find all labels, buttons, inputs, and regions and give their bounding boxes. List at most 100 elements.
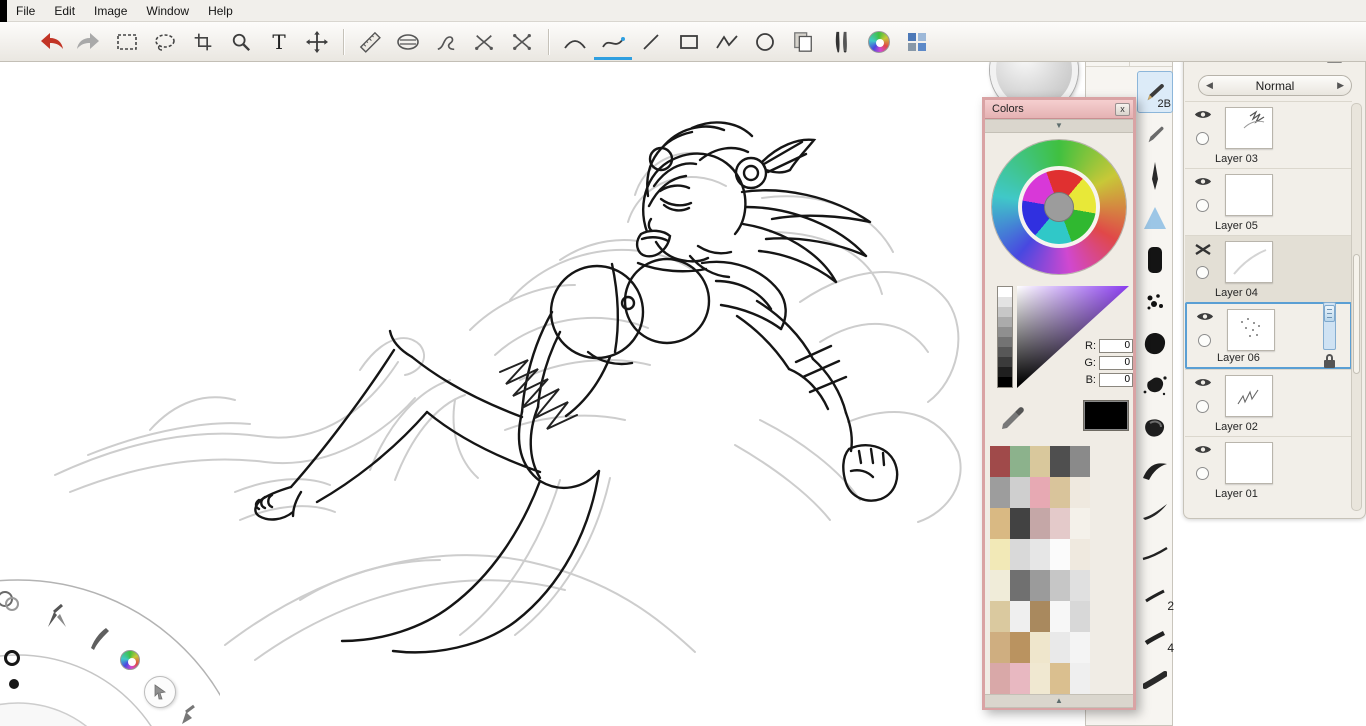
- blend-mode-selector[interactable]: ◀ Normal ▶: [1198, 75, 1352, 96]
- color-swatch[interactable]: [1090, 477, 1110, 508]
- brush-extra[interactable]: [1137, 659, 1173, 701]
- opacity-slider-knob[interactable]: [1324, 305, 1335, 322]
- color-swatch[interactable]: [1070, 446, 1090, 477]
- line-tool-button[interactable]: [632, 25, 670, 59]
- color-swatch[interactable]: [1070, 601, 1090, 632]
- color-swatch[interactable]: [1050, 570, 1070, 601]
- color-swatch[interactable]: [1030, 570, 1050, 601]
- color-swatch[interactable]: [1110, 601, 1130, 632]
- brush-size-2[interactable]: 2: [1137, 575, 1174, 617]
- color-swatch[interactable]: [1110, 632, 1130, 663]
- brush-pencil-2b[interactable]: 2B: [1137, 71, 1173, 113]
- color-swatch[interactable]: [1110, 570, 1130, 601]
- pen-puck-icon[interactable]: [178, 704, 202, 726]
- color-swatch[interactable]: [990, 477, 1010, 508]
- close-icon[interactable]: x: [1115, 102, 1130, 116]
- ruler-button[interactable]: [351, 25, 389, 59]
- r-input[interactable]: [1099, 338, 1133, 353]
- brush-spatter-dots[interactable]: [1137, 281, 1173, 323]
- color-wheel-button[interactable]: [860, 25, 898, 59]
- color-swatch[interactable]: [1090, 570, 1110, 601]
- lasso-select-button[interactable]: [146, 25, 184, 59]
- color-swatch[interactable]: [1110, 477, 1130, 508]
- color-swatch[interactable]: [1110, 663, 1130, 694]
- color-wheel-hub[interactable]: [1044, 192, 1074, 222]
- color-swatch[interactable]: [1010, 446, 1030, 477]
- layer-row-layer-02[interactable]: Layer 02: [1185, 369, 1352, 436]
- layer-row-layer-06[interactable]: Layer 06: [1185, 302, 1352, 369]
- color-wheel[interactable]: [992, 140, 1126, 274]
- brush-pencil-puck-icon[interactable]: [42, 602, 72, 632]
- layer-select-radio[interactable]: [1196, 199, 1209, 212]
- color-swatch[interactable]: [1030, 477, 1050, 508]
- color-swatch[interactable]: [1090, 539, 1110, 570]
- fold-down-bar[interactable]: ▲: [985, 694, 1133, 708]
- brush-smear[interactable]: [1137, 449, 1173, 491]
- blend-next-button[interactable]: ▶: [1337, 81, 1344, 90]
- symmetry-x-button[interactable]: [465, 25, 503, 59]
- color-swatch[interactable]: [1070, 539, 1090, 570]
- color-swatch[interactable]: [990, 539, 1010, 570]
- color-swatch[interactable]: [1010, 663, 1030, 694]
- color-swatch[interactable]: [1030, 601, 1050, 632]
- color-swatch[interactable]: [1110, 539, 1130, 570]
- cursor-puck-icon[interactable]: [144, 676, 176, 708]
- paste-button[interactable]: [784, 25, 822, 59]
- color-swatch[interactable]: [1050, 601, 1070, 632]
- color-swatch[interactable]: [1030, 446, 1050, 477]
- color-swatch[interactable]: [1030, 539, 1050, 570]
- layer-thumbnail[interactable]: [1225, 107, 1273, 149]
- brush-inking-pen[interactable]: [1137, 155, 1173, 197]
- color-swatch[interactable]: [1050, 477, 1070, 508]
- color-swatch[interactable]: [1050, 663, 1070, 694]
- layer-row-layer-04[interactable]: Layer 04: [1185, 235, 1352, 302]
- redo-button[interactable]: [70, 25, 108, 59]
- zoom-button[interactable]: [222, 25, 260, 59]
- color-swatch[interactable]: [1090, 446, 1110, 477]
- color-swatch[interactable]: [990, 570, 1010, 601]
- crop-button[interactable]: [184, 25, 222, 59]
- undo-button[interactable]: [32, 25, 70, 59]
- color-swatch[interactable]: [1090, 663, 1110, 694]
- brush-ink-blob[interactable]: [1137, 323, 1173, 365]
- menu-help[interactable]: Help: [199, 0, 243, 22]
- dot-puck-icon[interactable]: [6, 676, 22, 692]
- layer-thumbnail[interactable]: [1225, 241, 1273, 283]
- color-puck-icon[interactable]: [120, 650, 140, 670]
- color-swatch[interactable]: [1010, 601, 1030, 632]
- layers-scrollbar-thumb[interactable]: [1353, 254, 1360, 374]
- menu-window[interactable]: Window: [137, 0, 199, 22]
- layer-thumbnail[interactable]: [1225, 375, 1273, 417]
- layer-thumbnail[interactable]: [1225, 174, 1273, 216]
- color-swatch[interactable]: [1050, 508, 1070, 539]
- layers-scrollbar[interactable]: [1351, 103, 1362, 511]
- color-swatch[interactable]: [990, 663, 1010, 694]
- layer-select-radio[interactable]: [1196, 467, 1209, 480]
- ring-puck-icon[interactable]: [2, 648, 22, 668]
- menu-edit[interactable]: Edit: [45, 0, 85, 22]
- layer-thumbnail[interactable]: [1225, 442, 1273, 484]
- blend-prev-button[interactable]: ◀: [1206, 81, 1213, 90]
- menu-file[interactable]: File: [7, 0, 45, 22]
- brush-airbrush[interactable]: [1137, 197, 1173, 239]
- layer-select-radio[interactable]: [1196, 266, 1209, 279]
- visibility-eye-icon[interactable]: [1194, 444, 1212, 455]
- brush-taper-stroke[interactable]: [1137, 491, 1173, 533]
- arc-tool-button[interactable]: [556, 25, 594, 59]
- visibility-eye-icon[interactable]: [1194, 109, 1212, 120]
- color-swatch[interactable]: [1010, 477, 1030, 508]
- color-swatch[interactable]: [1030, 663, 1050, 694]
- visibility-eye-icon[interactable]: [1194, 176, 1212, 187]
- color-swatch[interactable]: [1050, 539, 1070, 570]
- rect-select-button[interactable]: [108, 25, 146, 59]
- visibility-eye-icon[interactable]: [1194, 377, 1212, 388]
- color-swatch[interactable]: [1070, 663, 1090, 694]
- menu-image[interactable]: Image: [85, 0, 137, 22]
- symmetry-y-button[interactable]: [503, 25, 541, 59]
- brush-splatter[interactable]: [1137, 365, 1173, 407]
- colors-dialog-titlebar[interactable]: Colors x: [985, 100, 1133, 119]
- layer-select-radio[interactable]: [1196, 132, 1209, 145]
- color-swatch[interactable]: [1070, 477, 1090, 508]
- french-curve-button[interactable]: [427, 25, 465, 59]
- brush-thin-stroke[interactable]: [1137, 533, 1173, 575]
